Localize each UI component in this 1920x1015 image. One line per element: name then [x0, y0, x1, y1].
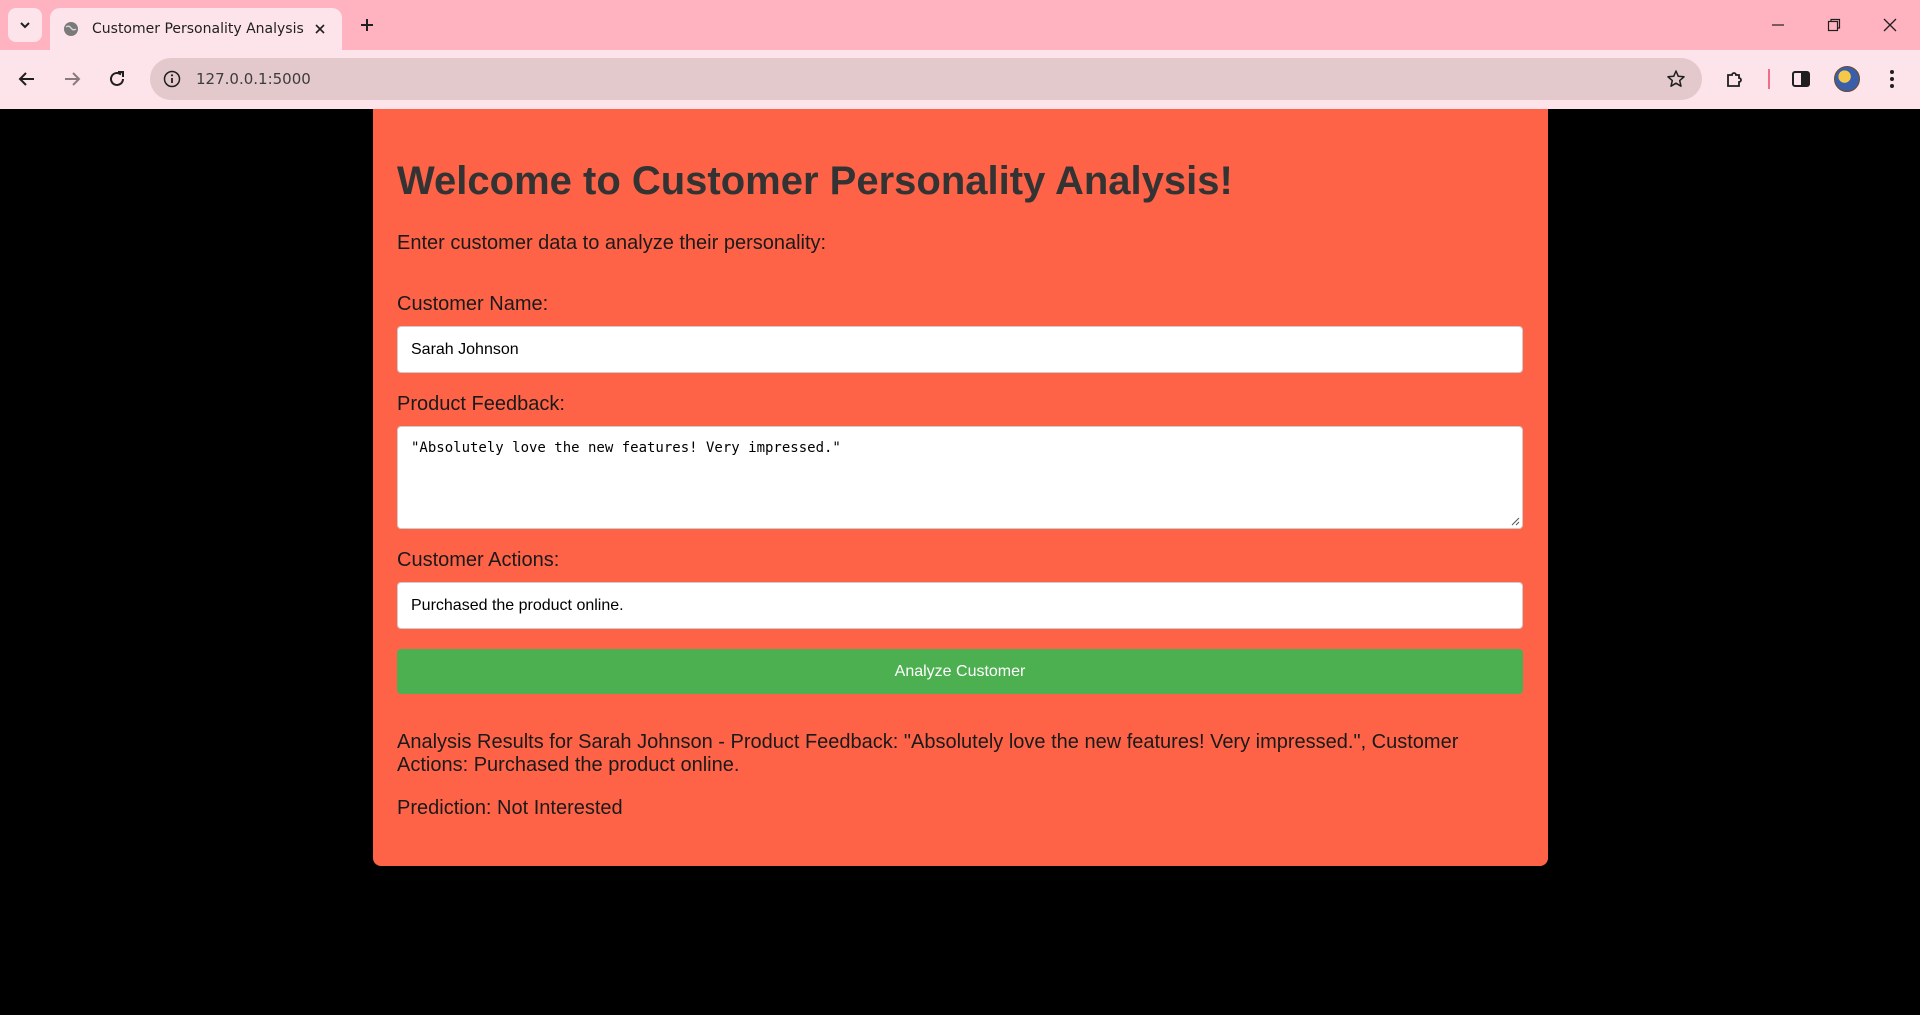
product-feedback-textarea[interactable]: "Absolutely love the new features! Very …: [397, 426, 1523, 529]
new-tab-button[interactable]: [351, 9, 383, 41]
analysis-results-text: Analysis Results for Sarah Johnson - Pro…: [397, 731, 1459, 776]
customer-name-label: Customer Name:: [397, 293, 549, 315]
page-viewport: Welcome to Customer Personality Analysis…: [0, 109, 1920, 1015]
site-info-button[interactable]: [158, 65, 186, 93]
chevron-down-icon: [20, 22, 30, 29]
page-title: Welcome to Customer Personality Analysis…: [397, 159, 1233, 203]
url-text: 127.0.0.1:5000: [196, 70, 311, 88]
arrow-right-icon: [65, 72, 81, 86]
analyze-customer-button[interactable]: Analyze Customer: [397, 649, 1523, 694]
resize-handle-icon[interactable]: [1508, 514, 1520, 526]
browser-toolbar: 127.0.0.1:5000: [0, 50, 1920, 109]
product-feedback-label: Product Feedback:: [397, 393, 565, 415]
tab-title: Customer Personality Analysis: [92, 21, 304, 37]
avatar[interactable]: [1834, 66, 1860, 92]
customer-actions-input[interactable]: Purchased the product online.: [397, 582, 1523, 629]
analysis-card: Welcome to Customer Personality Analysis…: [373, 109, 1548, 866]
side-panel-button[interactable]: [1783, 61, 1819, 97]
customer-name-input[interactable]: Sarah Johnson: [397, 326, 1523, 373]
address-bar[interactable]: 127.0.0.1:5000: [150, 58, 1702, 100]
kebab-menu-icon: [1890, 70, 1894, 88]
close-tab-button[interactable]: [306, 15, 334, 43]
tab-search-button[interactable]: [8, 8, 42, 42]
customer-name-value: Sarah Johnson: [411, 340, 519, 358]
plus-icon: [361, 19, 373, 31]
star-icon: [1667, 70, 1685, 87]
extensions-button[interactable]: [1717, 61, 1753, 97]
customer-actions-label: Customer Actions:: [397, 549, 560, 571]
browser-tabstrip: Customer Personality Analysis: [0, 0, 1920, 50]
product-feedback-value: "Absolutely love the new features! Very …: [411, 440, 841, 456]
browser-menu-button[interactable]: [1874, 61, 1910, 97]
info-icon: [163, 70, 181, 88]
close-window-button[interactable]: [1862, 0, 1918, 50]
restore-icon: [1827, 18, 1841, 32]
reload-button[interactable]: [99, 61, 135, 97]
close-icon: [1883, 18, 1897, 32]
back-button[interactable]: [9, 61, 45, 97]
browser-tab[interactable]: Customer Personality Analysis: [50, 8, 342, 50]
minimize-icon: [1772, 24, 1784, 26]
customer-actions-value: Purchased the product online.: [411, 596, 624, 614]
side-panel-icon: [1792, 71, 1810, 87]
globe-icon: [62, 20, 80, 38]
prediction-text: Prediction: Not Interested: [397, 797, 623, 819]
forward-button[interactable]: [54, 61, 90, 97]
close-icon: [315, 24, 325, 34]
bookmark-button[interactable]: [1662, 65, 1690, 93]
puzzle-icon: [1727, 72, 1742, 87]
toolbar-divider: [1768, 69, 1770, 89]
arrow-left-icon: [18, 72, 34, 86]
reload-icon: [110, 71, 124, 86]
minimize-button[interactable]: [1750, 0, 1806, 50]
restore-button[interactable]: [1806, 0, 1862, 50]
intro-text: Enter customer data to analyze their per…: [397, 232, 827, 254]
